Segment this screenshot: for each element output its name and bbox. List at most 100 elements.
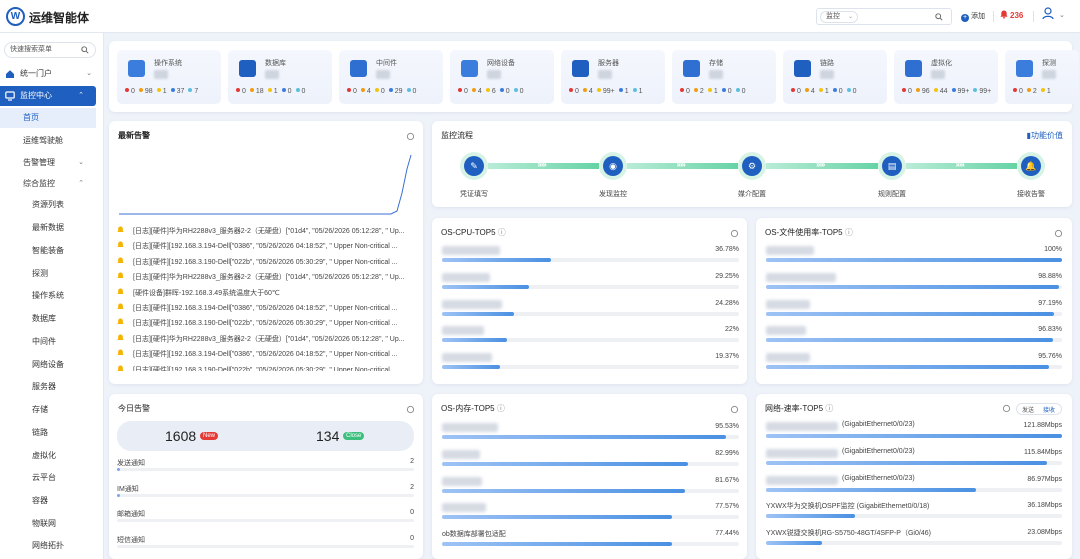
category-card[interactable]: 服务器 0 4 99+ 1 1 [561, 50, 665, 104]
sidebar-group-monitor[interactable]: 监控中心 ⌃ [0, 86, 96, 106]
top5-row[interactable]: YXWX锐捷交换机RG-S5750-48GT/4SFP-P（Gi0/46) 23.… [766, 528, 1062, 554]
sidebar-group-portal[interactable]: 统一门户 ⌄ [0, 64, 103, 84]
flow-step[interactable]: ✎ [460, 152, 488, 180]
feature-value-link[interactable]: ▮功能价值 [1027, 130, 1063, 141]
top5-row[interactable]: 96.83% [766, 325, 1062, 351]
refresh-icon[interactable] [1054, 229, 1063, 238]
sidebar-item-alarm-mgmt[interactable]: 告警管理 ⌄ [0, 153, 96, 173]
sidebar-sub-item[interactable]: 物联网 [0, 514, 96, 534]
sidebar-sub-item[interactable]: 虚拟化 [0, 446, 96, 466]
bell-icon [117, 365, 124, 371]
top5-row[interactable]: 100% [766, 245, 1062, 271]
alert-item[interactable]: [日志][硬件][192.168.3.194-Dell["0386", "05/… [117, 239, 415, 253]
refresh-icon[interactable] [1002, 404, 1011, 413]
refresh-icon[interactable] [406, 132, 415, 141]
top5-bar-fill [766, 460, 1048, 465]
category-card[interactable]: 数据库 0 18 1 0 0 [228, 50, 332, 104]
refresh-icon[interactable] [730, 229, 739, 238]
category-card[interactable]: 存储 0 2 1 0 0 [672, 50, 776, 104]
top5-row[interactable]: (GigabitEthernet0/0/23) 115.84Mbps [766, 448, 1062, 474]
user-avatar-icon[interactable] [1042, 7, 1054, 20]
alert-item[interactable]: [日志][硬件]华为RH2288v3_服务器2-2（无硬盘）["01d4", "… [117, 224, 415, 238]
top5-row[interactable]: 36.78% [442, 245, 739, 271]
sidebar-sub-item[interactable]: 云平台 [0, 468, 96, 488]
send-receive-toggle[interactable]: 发送 接收 [1016, 403, 1062, 415]
category-card[interactable]: 虚拟化 0 96 44 99+ 99+ [894, 50, 998, 104]
category-card[interactable]: 探测 0 2 1 [1005, 50, 1079, 104]
stat-value: 0 [519, 88, 524, 95]
top5-row[interactable]: 98.88% [766, 272, 1062, 298]
alert-item[interactable]: [日志][硬件][192.168.3.190-Dell["022b", "05/… [117, 363, 415, 371]
chevron-down-icon[interactable]: ⌄ [1059, 11, 1065, 19]
closed-alarm-count[interactable]: 134 [316, 428, 339, 444]
alert-item[interactable]: [日志][硬件][192.168.3.190-Dell["022b", "05/… [117, 255, 415, 269]
app-logo[interactable]: W [6, 7, 25, 26]
top5-row[interactable]: 82.99% [442, 449, 739, 475]
sidebar-item-home[interactable]: 首页 [0, 108, 96, 128]
sidebar-sub-item[interactable]: 资源列表 [0, 195, 96, 215]
flow-step[interactable]: ⚙ [738, 152, 766, 180]
alert-item[interactable]: [日志][硬件]华为RH2288v3_服务器2-2（无硬盘）["01d4", "… [117, 270, 415, 284]
notification-row[interactable]: 短信通知 0 [117, 535, 414, 555]
top5-row[interactable]: (GigabitEthernet0/0/23) 86.97Mbps [766, 475, 1062, 501]
sidebar-item-cockpit[interactable]: 运维驾驶舱 [0, 131, 96, 151]
sidebar-sub-item[interactable]: 最新数据 [0, 218, 96, 238]
sidebar-sub-item[interactable]: 网络拓扑 [0, 536, 96, 556]
refresh-icon[interactable] [730, 405, 739, 414]
top5-row[interactable]: 19.37% [442, 352, 739, 378]
alert-item[interactable]: [日志][硬件]华为RH2288v3_服务器2-2（无硬盘）["01d4", "… [117, 332, 415, 346]
notification-label: 邮箱通知 [117, 511, 145, 518]
top5-row[interactable]: YXWX华为交换机OSPF监控 (GigabitEthernet0/0/18) 3… [766, 501, 1062, 527]
sidebar-item-integrated-monitor[interactable]: 综合监控 ⌃ [0, 174, 96, 194]
sidebar-sub-item[interactable]: 网络设备 [0, 355, 96, 375]
notification-row[interactable]: 邮箱通知 0 [117, 509, 414, 529]
menu-search-input[interactable]: 快速搜索菜单 [4, 42, 96, 58]
sidebar-sub-item[interactable]: 服务器 [0, 377, 96, 397]
category-card[interactable]: 中间件 0 4 0 29 0 [339, 50, 443, 104]
alert-item[interactable]: [日志][硬件][192.168.3.194-Dell["0386", "05/… [117, 347, 415, 361]
global-search-box[interactable]: 监控 ⌄ [816, 8, 952, 25]
sidebar-sub-item[interactable]: 智能装备 [0, 241, 96, 261]
alert-item[interactable]: [硬件设备]群晖-192.168.3.49系统温度大于60℃ [117, 286, 415, 300]
top5-row[interactable]: 24.28% [442, 299, 739, 325]
alert-item[interactable]: [日志][硬件][192.168.3.194-Dell["0386", "05/… [117, 301, 415, 315]
chevron-right-icon: ››››› [955, 160, 965, 169]
sidebar-sub-item[interactable]: 中间件 [0, 332, 96, 352]
category-card[interactable]: 链路 0 4 1 0 0 [783, 50, 887, 104]
category-card[interactable]: 操作系统 0 98 1 37 7 [117, 50, 221, 104]
sidebar-sub-item[interactable]: 数据库 [0, 309, 96, 329]
alarm-button[interactable]: 236 [1000, 10, 1023, 20]
flow-step[interactable]: 🔔 [1017, 152, 1045, 180]
stat-value: 0 [797, 88, 801, 95]
new-alarm-count[interactable]: 1608 [165, 428, 196, 444]
top5-value: 98.88% [1038, 272, 1062, 280]
top5-row[interactable]: ob数据库部署包适配 77.44% [442, 529, 739, 555]
search-icon[interactable] [935, 13, 943, 21]
top5-row[interactable]: 81.67% [442, 476, 739, 502]
notification-row[interactable]: 发送通知 2 [117, 458, 414, 478]
search-scope-select[interactable]: 监控 ⌄ [820, 11, 858, 23]
top5-row[interactable]: 77.57% [442, 502, 739, 528]
flow-step[interactable]: ▤ [878, 152, 906, 180]
top5-row[interactable]: 95.53% [442, 422, 739, 448]
notification-row[interactable]: IM通知 2 [117, 484, 414, 504]
add-button[interactable]: + 添加 [961, 11, 985, 22]
top5-row[interactable]: (GigabitEthernet0/0/23) 121.88Mbps [766, 421, 1062, 447]
sidebar-sub-item[interactable]: 存储 [0, 400, 96, 420]
toggle-send[interactable]: 发送 [1022, 405, 1034, 414]
top5-row[interactable]: 29.25% [442, 272, 739, 298]
status-stat: 0 [832, 88, 843, 95]
top5-row[interactable]: 95.76% [766, 352, 1062, 378]
sidebar-sub-item[interactable]: 容器 [0, 491, 96, 511]
sidebar-sub-item[interactable]: 操作系统 [0, 286, 96, 306]
flow-step[interactable]: ◉ [599, 152, 627, 180]
status-stat: 1 [156, 88, 167, 95]
top5-row[interactable]: 97.19% [766, 299, 1062, 325]
top5-row[interactable]: 22% [442, 325, 739, 351]
toggle-receive[interactable]: 接收 [1043, 405, 1055, 414]
sidebar-sub-item[interactable]: 链路 [0, 423, 96, 443]
alert-item[interactable]: [日志][硬件][192.168.3.190-Dell["022b", "05/… [117, 316, 415, 330]
refresh-icon[interactable] [406, 405, 415, 414]
sidebar-sub-item[interactable]: 探测 [0, 264, 96, 284]
category-card[interactable]: 网络设备 0 4 6 0 0 [450, 50, 554, 104]
